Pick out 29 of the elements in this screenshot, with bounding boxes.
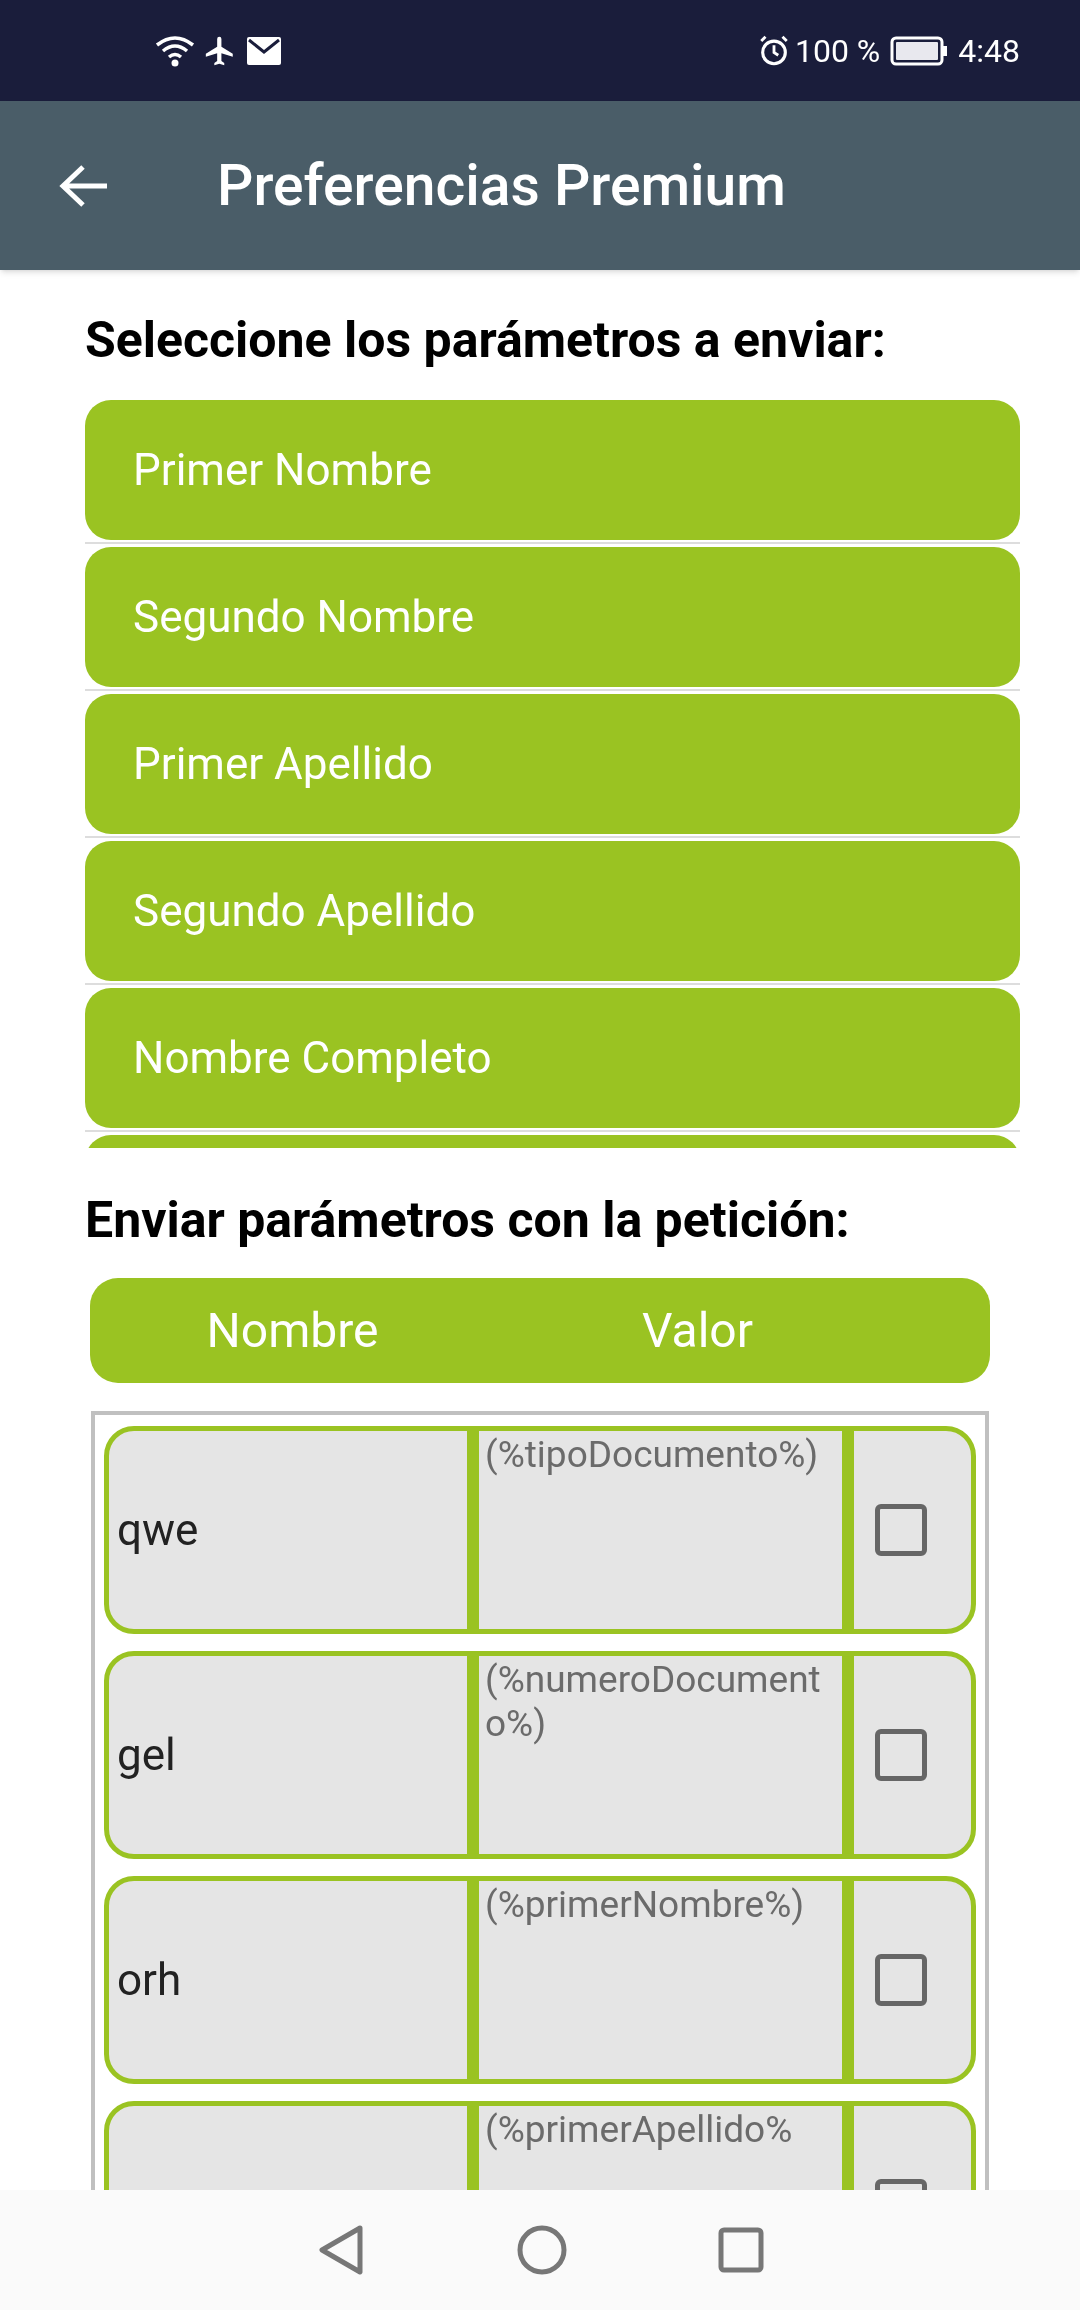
clock-time: 4:48 [958, 30, 1020, 72]
parameter-item[interactable]: Segundo Apellido [85, 841, 1020, 981]
column-header: Nombre [205, 1300, 380, 1361]
home-nav-icon[interactable] [516, 2224, 568, 2276]
name-cell-text: gel [117, 1728, 176, 1783]
checkbox[interactable] [874, 1729, 927, 1781]
value-cell-text: (%tipoDocumento%) [485, 1433, 820, 1478]
value-cell-text: (%primerNombre%) [485, 1883, 806, 1928]
name-cell-text: orh [117, 1953, 182, 2008]
recents-nav-icon[interactable] [718, 2227, 764, 2273]
screen-title: Preferencias Premium [217, 150, 786, 221]
section-heading: Enviar parámetros con la petición: [85, 1190, 851, 1250]
section-heading: Seleccione los parámetros a enviar: [85, 310, 887, 370]
parameter-item[interactable]: Primer Nombre [85, 400, 1020, 540]
parameter-item[interactable]: Nombre Completo [85, 988, 1020, 1128]
battery-percent: 100 % [794, 30, 881, 72]
back-arrow-icon [59, 163, 109, 208]
value-cell-text: (%numeroDocumento%) [485, 1658, 822, 1747]
wifi-icon [155, 34, 195, 67]
checkbox[interactable] [874, 1954, 927, 2006]
column-header: Valor [641, 1300, 754, 1361]
value-cell-text: (%primerApellido% [485, 2108, 794, 2153]
parameter-item[interactable]: Segundo Nombre [85, 547, 1020, 687]
name-cell-text: qwe [117, 1503, 199, 1558]
parameter-item[interactable]: Primer Apellido [85, 694, 1020, 834]
battery-icon [890, 35, 949, 66]
back-nav-icon[interactable] [316, 2224, 366, 2276]
mail-icon [247, 36, 281, 65]
checkbox[interactable] [874, 1504, 927, 1556]
